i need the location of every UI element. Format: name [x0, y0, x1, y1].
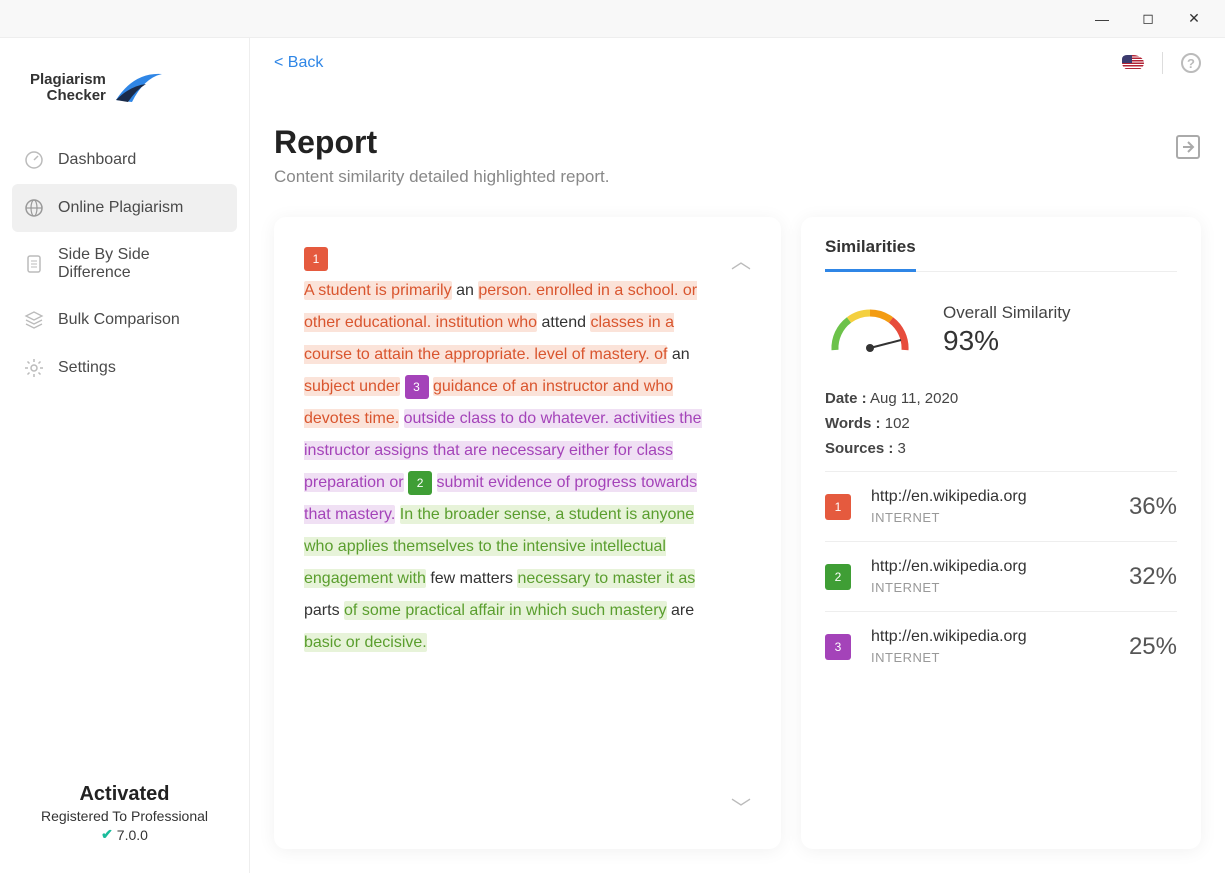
- plain: attend: [542, 314, 586, 331]
- hl: subject under: [304, 377, 400, 396]
- words-value: 102: [885, 415, 910, 432]
- version-label: 7.0.0: [117, 827, 148, 843]
- similarities-title: Similarities: [825, 237, 916, 272]
- separator: [1162, 52, 1163, 74]
- minimize-button[interactable]: —: [1079, 3, 1125, 35]
- sidebar-item-side-by-side[interactable]: Side By Side Difference: [12, 232, 237, 296]
- gauge-icon: [825, 300, 915, 360]
- source-badge-1: 1: [304, 247, 328, 271]
- plain: few matters: [430, 570, 513, 587]
- brand-line2: Checker: [47, 87, 106, 104]
- source-badge: 2: [825, 564, 851, 590]
- sources-list: 1 http://en.wikipedia.org INTERNET 36%2 …: [825, 471, 1177, 681]
- nav: Dashboard Online Plagiarism Side By Side…: [0, 136, 249, 392]
- maximize-button[interactable]: ◻: [1125, 3, 1171, 35]
- plain: an: [672, 346, 690, 363]
- source-badge: 3: [825, 634, 851, 660]
- source-badge-3: 3: [405, 375, 429, 399]
- gear-icon: [24, 358, 44, 378]
- sidebar-item-label: Settings: [58, 359, 116, 377]
- check-icon: ✔: [101, 826, 113, 843]
- sidebar-item-settings[interactable]: Settings: [12, 344, 237, 392]
- hl: of some practical affair in which such m…: [344, 601, 667, 620]
- registered-label: Registered To Professional: [0, 808, 249, 824]
- sources-value: 3: [898, 440, 906, 457]
- source-row[interactable]: 3 http://en.wikipedia.org INTERNET 25%: [825, 611, 1177, 681]
- scroll-down-icon[interactable]: ﹀: [731, 792, 751, 821]
- report-text: 1 A student is primarily an person. enro…: [304, 243, 727, 823]
- hl: necessary to master it as: [517, 569, 695, 588]
- overall-label: Overall Similarity: [943, 303, 1071, 323]
- globe-icon: [24, 198, 44, 218]
- page-subtitle: Content similarity detailed highlighted …: [274, 167, 609, 187]
- source-percent: 25%: [1129, 633, 1177, 661]
- source-url: http://en.wikipedia.org: [871, 558, 1109, 576]
- source-type: INTERNET: [871, 510, 1109, 525]
- date-value: Aug 11, 2020: [870, 390, 958, 407]
- help-icon[interactable]: ?: [1181, 53, 1201, 73]
- sidebar-item-label: Bulk Comparison: [58, 311, 180, 329]
- source-url: http://en.wikipedia.org: [871, 488, 1109, 506]
- plain: parts: [304, 602, 340, 619]
- scroll-up-icon[interactable]: ︿: [731, 245, 751, 274]
- source-percent: 32%: [1129, 563, 1177, 591]
- sidebar-item-bulk-comparison[interactable]: Bulk Comparison: [12, 296, 237, 344]
- export-icon[interactable]: [1175, 134, 1201, 165]
- sidebar-item-label: Side By Side Difference: [58, 246, 225, 282]
- hl: basic or decisive.: [304, 633, 427, 652]
- titlebar: — ◻ ✕: [0, 0, 1225, 38]
- similarities-card: Similarities Overall: [801, 217, 1201, 849]
- app-logo: PlagiarismChecker: [0, 50, 249, 136]
- brand-line1: Plagiarism: [30, 71, 106, 88]
- sidebar-item-online-plagiarism[interactable]: Online Plagiarism: [12, 184, 237, 232]
- sidebar: PlagiarismChecker Dashboard Online Plagi…: [0, 38, 250, 873]
- plain: an: [456, 282, 474, 299]
- source-badge-2: 2: [408, 471, 432, 495]
- main: < Back ? Report Content similarity detai…: [250, 38, 1225, 873]
- activation-status: Activated: [0, 783, 249, 806]
- source-row[interactable]: 1 http://en.wikipedia.org INTERNET 36%: [825, 471, 1177, 541]
- document-icon: [24, 254, 44, 274]
- gauge-icon: [24, 150, 44, 170]
- logo-swoosh-icon: [114, 70, 164, 106]
- source-badge: 1: [825, 494, 851, 520]
- overall-value: 93%: [943, 325, 1071, 357]
- flag-icon[interactable]: [1122, 55, 1144, 71]
- report-card: 1 A student is primarily an person. enro…: [274, 217, 781, 849]
- plain: are: [671, 602, 694, 619]
- sidebar-item-label: Online Plagiarism: [58, 199, 183, 217]
- sidebar-footer: Activated Registered To Professional ✔7.…: [0, 763, 249, 873]
- source-percent: 36%: [1129, 493, 1177, 521]
- stack-icon: [24, 310, 44, 330]
- date-label: Date :: [825, 390, 867, 407]
- page-title: Report: [274, 124, 609, 161]
- back-button[interactable]: < Back: [274, 54, 323, 72]
- source-type: INTERNET: [871, 580, 1109, 595]
- source-url: http://en.wikipedia.org: [871, 628, 1109, 646]
- close-button[interactable]: ✕: [1171, 3, 1217, 35]
- sources-label: Sources :: [825, 440, 893, 457]
- sidebar-item-label: Dashboard: [58, 151, 136, 169]
- source-type: INTERNET: [871, 650, 1109, 665]
- sidebar-item-dashboard[interactable]: Dashboard: [12, 136, 237, 184]
- words-label: Words :: [825, 415, 881, 432]
- source-row[interactable]: 2 http://en.wikipedia.org INTERNET 32%: [825, 541, 1177, 611]
- hl: A student is primarily: [304, 281, 452, 300]
